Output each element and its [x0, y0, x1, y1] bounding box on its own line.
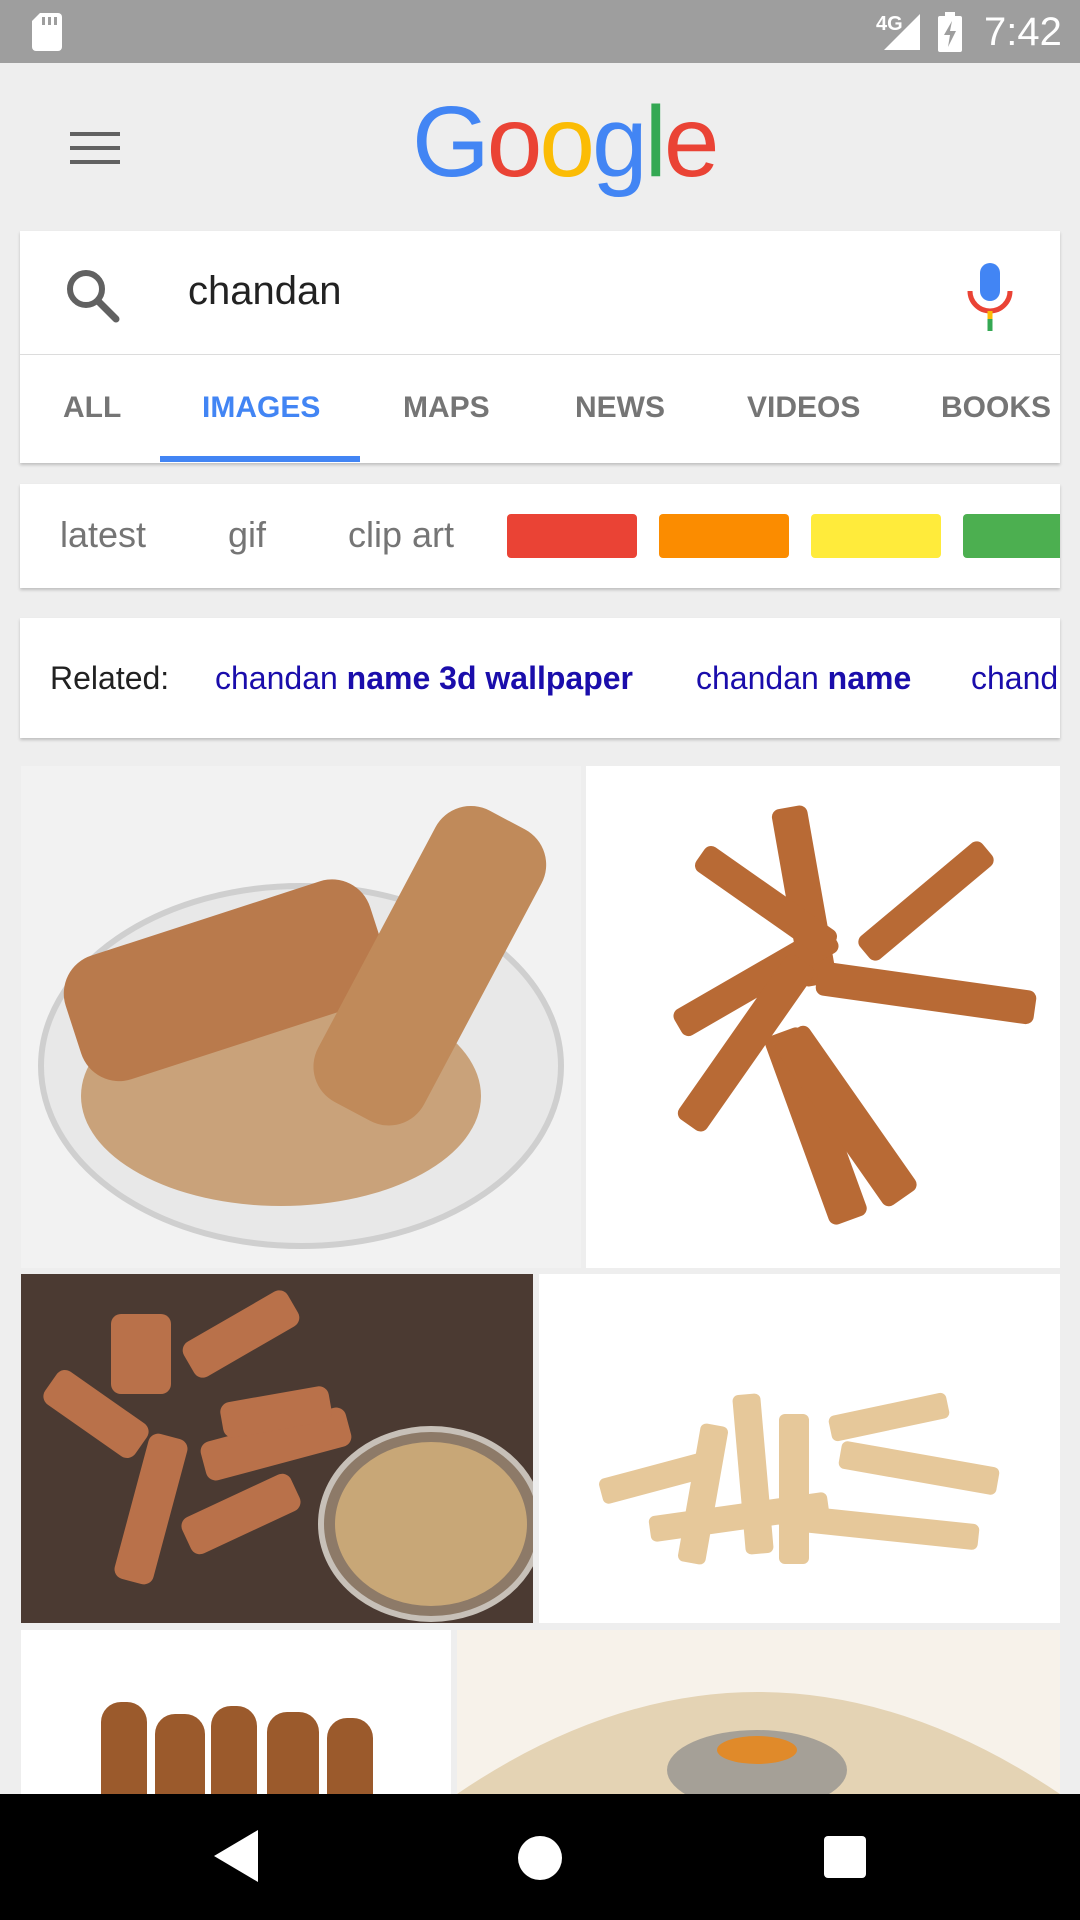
search-card: chandan ALL IMAGES MAPS NEWS VIDEOS BOOK…	[20, 231, 1060, 463]
sandalwood-sticks-star-image	[673, 805, 1037, 1225]
hamburger-menu-icon[interactable]	[70, 132, 120, 164]
status-bar: 4G 7:42	[0, 0, 1080, 63]
chip-gif[interactable]: gif	[228, 514, 266, 556]
battery-charging-icon	[938, 12, 962, 52]
search-icon[interactable]	[64, 267, 120, 323]
image-result[interactable]	[21, 766, 581, 1268]
google-logo[interactable]: Google	[412, 92, 719, 192]
tab-images[interactable]: IMAGES	[202, 391, 320, 425]
tab-all[interactable]: ALL	[63, 391, 121, 425]
active-tab-indicator	[160, 456, 360, 462]
tab-maps[interactable]: MAPS	[403, 391, 490, 425]
sandalwood-powder-bowl-image	[38, 805, 564, 1249]
image-result[interactable]	[457, 1630, 1060, 1794]
image-result[interactable]	[586, 766, 1060, 1268]
related-link-name-3d-wallpaper[interactable]: chandan name 3d wallpaper	[215, 660, 633, 697]
search-tabs: ALL IMAGES MAPS NEWS VIDEOS BOOKS	[20, 355, 1060, 463]
color-chip-red[interactable]	[507, 514, 637, 558]
chip-clip-art[interactable]: clip art	[348, 514, 454, 556]
search-box[interactable]: chandan	[20, 231, 1060, 355]
home-icon[interactable]	[518, 1836, 562, 1880]
color-chip-yellow[interactable]	[811, 514, 941, 558]
related-searches: Related: chandan name 3d wallpaper chand…	[20, 618, 1060, 738]
microphone-icon[interactable]	[962, 261, 1018, 331]
system-nav-bar	[0, 1794, 1080, 1920]
tab-books[interactable]: BOOKS	[941, 391, 1051, 425]
cell-signal-icon	[884, 14, 920, 50]
image-result[interactable]	[21, 1630, 451, 1794]
image-result[interactable]	[21, 1274, 533, 1623]
color-chip-orange[interactable]	[659, 514, 789, 558]
chip-latest[interactable]: latest	[60, 514, 146, 556]
sandalwood-sticks-pile-image	[599, 1392, 1000, 1565]
status-time: 7:42	[984, 10, 1062, 54]
sandalwood-pieces-dark-image	[43, 1290, 533, 1622]
back-icon[interactable]	[214, 1830, 258, 1882]
related-label: Related:	[50, 660, 170, 696]
recent-apps-icon[interactable]	[824, 1836, 866, 1878]
image-result[interactable]	[539, 1274, 1060, 1623]
tab-news[interactable]: NEWS	[575, 391, 665, 425]
sd-card-icon	[32, 13, 62, 51]
related-link-name[interactable]: chandan name	[696, 660, 911, 697]
color-chip-green[interactable]	[963, 514, 1060, 558]
search-input[interactable]: chandan	[188, 269, 341, 314]
tab-videos[interactable]: VIDEOS	[747, 391, 860, 425]
filter-chips: latest gif clip art	[20, 484, 1060, 588]
related-link-partial[interactable]: chand	[971, 660, 1058, 697]
sandalwood-powder-heap-image	[457, 1692, 1060, 1794]
sandalwood-sticks-row-image	[101, 1702, 373, 1794]
